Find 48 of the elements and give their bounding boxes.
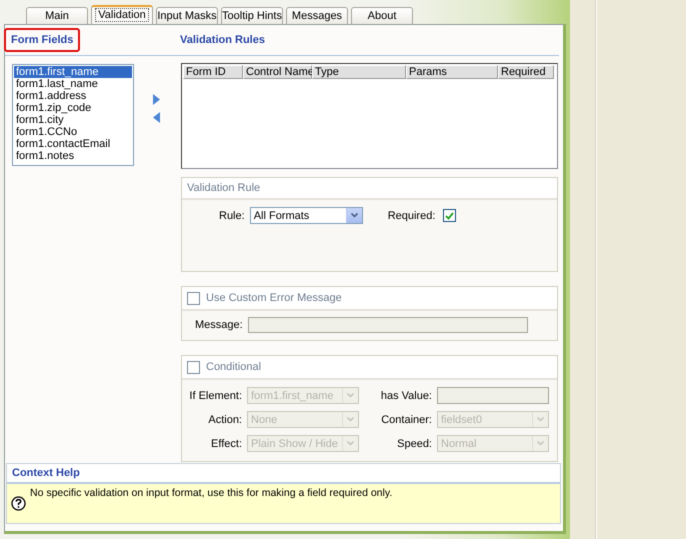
column-header[interactable]: Params (406, 65, 498, 79)
checkbox[interactable] (187, 360, 200, 374)
caret-icon (347, 393, 354, 398)
tab[interactable]: Messages (286, 7, 348, 24)
tab[interactable]: Main (26, 7, 88, 24)
fieldset-title: Validation Rule (187, 182, 260, 194)
list-item[interactable]: form1.last_name (14, 78, 132, 90)
section-title: Form Fields (4, 28, 80, 52)
list-item[interactable]: form1.address (14, 90, 132, 102)
checkbox-label[interactable]: Use Custom Error Message (206, 292, 342, 304)
list-item[interactable]: form1.notes (14, 150, 132, 162)
caret-icon (347, 441, 354, 446)
field-label: Required: (388, 210, 436, 222)
checkbox[interactable] (187, 292, 200, 304)
caret-icon (350, 213, 358, 218)
list-item[interactable]: form1.first_name (14, 66, 132, 78)
caret-icon (537, 441, 544, 446)
tab[interactable]: Tooltip Hints (221, 7, 283, 24)
list-item[interactable]: form1.city (14, 114, 132, 126)
section-title: Context Help (12, 467, 80, 479)
caret-icon (537, 417, 544, 422)
field-label: Container: (380, 414, 432, 426)
help-text: No specific validation on input format, use this for making a field required only. (30, 487, 392, 501)
list-item[interactable]: form1.zip_code (14, 102, 132, 114)
field-label: Rule: (219, 210, 245, 222)
tab[interactable]: Input Masks (156, 7, 218, 24)
field-label: has Value: (380, 390, 432, 402)
list-item[interactable]: form1.CCNo (14, 126, 132, 138)
tab[interactable]: Validation (91, 5, 153, 24)
field-label: If Element: (188, 390, 242, 402)
left-arrow-icon[interactable] (153, 112, 160, 123)
checkbox-label[interactable]: Conditional (206, 361, 262, 373)
field-label: Effect: (210, 438, 242, 450)
list-item[interactable]: form1.contactEmail (14, 138, 132, 150)
column-header[interactable]: Form ID (183, 65, 243, 79)
column-header[interactable]: Type (312, 65, 406, 79)
column-header[interactable]: Required (498, 65, 554, 79)
section-title: Validation Rules (180, 34, 265, 46)
checkbox[interactable] (443, 209, 456, 222)
field-label: Action: (207, 414, 242, 426)
help-icon (11, 496, 26, 511)
field-list[interactable]: form1.first_name form1.last_name form1.address form1.zip_code form1.city form1.CCNo form1.contactEmail form1.notes (12, 64, 134, 166)
right-arrow-icon[interactable] (153, 94, 160, 105)
field-label: Speed: (396, 438, 432, 450)
rule-select[interactable]: All Formats (250, 207, 363, 224)
caret-icon (347, 417, 354, 422)
tab[interactable]: About (351, 7, 413, 24)
field-label: Message: (195, 319, 243, 331)
